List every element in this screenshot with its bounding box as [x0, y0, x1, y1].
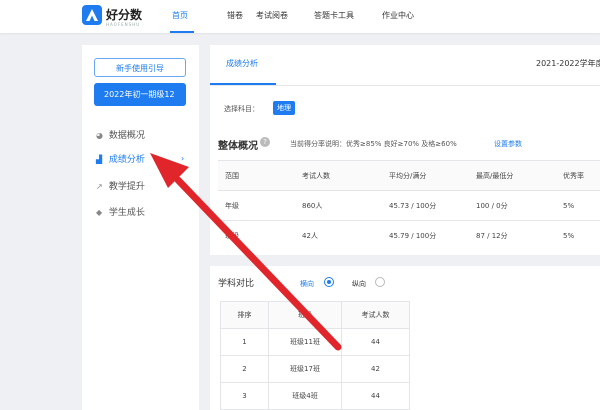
sidebar: 新手使用引导 2022年初一期级12 ◕ 数据概况 ▟ 成绩分析 › ↗ 教学提… — [82, 45, 199, 410]
table-cell: 2 — [220, 355, 269, 383]
set-parameters-link[interactable]: 设置参数 — [494, 139, 522, 149]
subject-comparison-title: 学科对比 — [218, 279, 255, 289]
pie-chart-icon: ◕ — [96, 131, 103, 140]
sidebar-item-data-overview[interactable]: ◕ 数据概况 — [96, 128, 145, 141]
table-row: 2 班级17班 42 — [220, 355, 410, 383]
sidebar-item-label: 教学提升 — [108, 182, 145, 192]
table-cell: 5% — [556, 190, 600, 221]
radio-label-vertical[interactable]: 纵向 — [352, 279, 366, 289]
cap-icon: ◆ — [96, 208, 103, 217]
score-analysis-panel: 成绩分析 2021-2022学年度 选择科目： 地理 整体概况 ? 当前得分率说… — [210, 45, 600, 255]
help-icon[interactable]: ? — [260, 137, 270, 147]
table-header-row: 排序 班级 考试人数 — [220, 301, 410, 329]
top-navigation-bar: 好分数 HAOFENSHU 首页 错卷 考试阅卷 答题卡工具 作业中心 — [0, 0, 600, 33]
table-cell: 100 / 0分 — [469, 190, 556, 221]
column-header: 平均分/满分 — [382, 160, 469, 191]
nav-active-underline — [170, 31, 194, 33]
tab-score-analysis[interactable]: 成绩分析 — [226, 58, 258, 69]
overview-title: 整体概况 — [218, 141, 258, 152]
academic-year[interactable]: 2021-2022学年度 — [536, 58, 600, 69]
table-cell: 3 — [220, 382, 269, 410]
table-cell: 1 — [220, 328, 269, 356]
table-cell: 42人 — [295, 220, 382, 251]
beginner-guide-button[interactable]: 新手使用引导 — [94, 58, 186, 77]
logo-text: 好分数 — [106, 8, 143, 22]
table-row: 3 班级4班 44 — [220, 382, 410, 410]
table-cell: 年级 — [218, 190, 295, 221]
divider — [210, 85, 600, 86]
overview-table: 范围 考试人数 平均分/满分 最高/最低分 优秀率 年级 860人 45.73 … — [218, 160, 600, 251]
table-header-row: 范围 考试人数 平均分/满分 最高/最低分 优秀率 — [218, 160, 600, 191]
column-header: 班级 — [268, 301, 342, 329]
subject-chip-geography[interactable]: 地理 — [273, 101, 295, 115]
column-header: 最高/最低分 — [469, 160, 556, 191]
table-cell: 班级 — [218, 220, 295, 251]
table-cell: 班级17班 — [268, 355, 342, 383]
nav-exam-grading[interactable]: 考试阅卷 — [256, 10, 288, 21]
sidebar-item-label: 成绩分析 — [108, 155, 145, 165]
table-row: 班级 42人 45.79 / 100分 87 / 12分 5% — [218, 220, 600, 251]
table-cell: 45.73 / 100分 — [382, 190, 469, 221]
sidebar-item-label: 数据概况 — [108, 131, 145, 141]
column-header: 排序 — [220, 301, 269, 329]
table-cell: 860人 — [295, 190, 382, 221]
radio-vertical[interactable] — [375, 277, 385, 287]
sidebar-item-student-growth[interactable]: ◆ 学生成长 — [96, 205, 145, 218]
subject-label: 选择科目： — [224, 105, 259, 113]
nav-homework-center[interactable]: 作业中心 — [382, 10, 414, 21]
radio-label-horizontal[interactable]: 横向 — [300, 279, 314, 289]
table-cell: 42 — [341, 355, 410, 383]
score-rate-description: 当前得分率说明：优秀≥85% 良好≥70% 及格≥60% — [290, 140, 457, 148]
sidebar-item-score-analysis[interactable]: ▟ 成绩分析 — [96, 152, 145, 165]
table-cell: 班级4班 — [268, 382, 342, 410]
radio-horizontal[interactable] — [324, 277, 334, 287]
column-header: 范围 — [218, 160, 295, 191]
logo-icon[interactable] — [82, 5, 102, 25]
column-header: 考试人数 — [341, 301, 410, 329]
grade-select[interactable]: 2022年初一期级12 — [94, 83, 186, 106]
nav-wrong-papers[interactable]: 错卷 — [227, 10, 243, 21]
column-header: 优秀率 — [556, 160, 600, 191]
nav-home[interactable]: 首页 — [172, 10, 188, 21]
table-cell: 5% — [556, 220, 600, 251]
table-cell: 44 — [341, 328, 410, 356]
trend-icon: ↗ — [96, 182, 103, 191]
sidebar-item-teaching-improvement[interactable]: ↗ 教学提升 — [96, 179, 145, 192]
column-header: 考试人数 — [295, 160, 382, 191]
bar-chart-icon: ▟ — [96, 155, 103, 164]
table-cell: 45.79 / 100分 — [382, 220, 469, 251]
subject-comparison-panel: 学科对比 横向 纵向 排序 班级 考试人数 1 班级11班 44 2 班级17班… — [210, 266, 600, 410]
grade-select-value: 2022年初一期级12 — [104, 90, 175, 99]
table-row: 1 班级11班 44 — [220, 328, 410, 356]
table-cell: 44 — [341, 382, 410, 410]
table-cell: 87 / 12分 — [469, 220, 556, 251]
logo-subtext: HAOFENSHU — [106, 22, 141, 27]
sidebar-item-label: 学生成长 — [108, 208, 145, 218]
table-cell: 班级11班 — [268, 328, 342, 356]
nav-answer-sheet-tool[interactable]: 答题卡工具 — [314, 10, 354, 21]
chevron-right-icon: › — [181, 154, 185, 163]
class-comparison-table: 排序 班级 考试人数 1 班级11班 44 2 班级17班 42 3 班级4班 … — [220, 301, 410, 410]
table-row: 年级 860人 45.73 / 100分 100 / 0分 5% — [218, 190, 600, 221]
